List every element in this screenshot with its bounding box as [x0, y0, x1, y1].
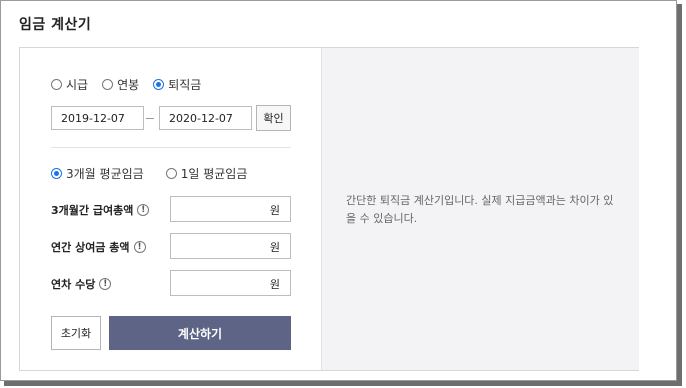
info-text: 간단한 퇴직금 계산기입니다. 실제 지급금액과는 차이가 있을 수 있습니다.: [346, 194, 614, 225]
mode-option-label: 연봉: [117, 78, 140, 92]
currency-unit: 원: [269, 241, 280, 254]
field-label-annual-bonus: 연간 상여금 총액 !: [51, 239, 146, 255]
field-label-3month-pay: 3개월간 급여총액 !: [51, 202, 150, 218]
end-date-input[interactable]: [159, 106, 252, 130]
radio-checked-icon[interactable]: [153, 79, 165, 90]
mode-radio-group: 시급 연봉 퇴직금: [51, 76, 215, 93]
mode-option-severance[interactable]: 퇴직금: [153, 76, 201, 93]
radio-unchecked-icon[interactable]: [165, 168, 177, 179]
result-pane: 간단한 퇴직금 계산기입니다. 실제 지급금액과는 차이가 있을 수 있습니다.: [321, 48, 639, 370]
date-range-dash: [146, 118, 154, 119]
field-label-text: 3개월간 급여총액: [51, 204, 134, 217]
info-exclamation-icon[interactable]: !: [133, 241, 146, 253]
radio-unchecked-icon[interactable]: [51, 79, 62, 90]
radio-unchecked-icon[interactable]: [102, 79, 114, 90]
mode-option-label: 퇴직금: [168, 78, 202, 92]
calculator-panel: 시급 연봉 퇴직금 확인 3개월 평균임금 1일 평균임금 3개월간 급여총액 …: [19, 47, 639, 371]
section-divider: [51, 147, 291, 148]
reset-button[interactable]: 초기화: [51, 316, 101, 350]
field-label-annual-leave: 연차 수당 !: [51, 276, 112, 292]
currency-unit: 원: [269, 278, 280, 291]
amount-field-annual-bonus[interactable]: 원: [170, 233, 291, 259]
basis-option-3month[interactable]: 3개월 평균임금: [51, 165, 144, 182]
radio-checked-icon[interactable]: [51, 168, 62, 179]
field-label-text: 연간 상여금 총액: [51, 241, 130, 254]
annual-leave-input[interactable]: [171, 271, 274, 295]
card-title: 임금 계산기: [19, 17, 92, 33]
annual-bonus-input[interactable]: [171, 234, 274, 258]
info-exclamation-icon[interactable]: !: [99, 278, 112, 290]
mode-option-annual[interactable]: 연봉: [102, 76, 139, 93]
currency-unit: 원: [269, 204, 280, 217]
field-label-text: 연차 수당: [51, 278, 96, 291]
wage-basis-radio-group: 3개월 평균임금 1일 평균임금: [51, 165, 261, 182]
3month-pay-input[interactable]: [171, 197, 274, 221]
amount-field-annual-leave[interactable]: 원: [170, 270, 291, 296]
card-shadow-bottom: [4, 381, 682, 386]
mode-option-label: 시급: [66, 78, 89, 92]
basis-option-label: 1일 평균임금: [180, 167, 248, 181]
info-exclamation-icon[interactable]: !: [137, 204, 150, 216]
amount-field-3month-pay[interactable]: 원: [170, 196, 291, 222]
basis-option-label: 3개월 평균임금: [66, 167, 144, 181]
basis-option-daily[interactable]: 1일 평균임금: [165, 165, 248, 182]
confirm-date-button[interactable]: 확인: [256, 105, 291, 131]
calculate-button[interactable]: 계산하기: [109, 316, 291, 350]
card-shadow-right: [677, 4, 682, 384]
start-date-input[interactable]: [51, 106, 144, 130]
mode-option-hourly[interactable]: 시급: [51, 76, 88, 93]
